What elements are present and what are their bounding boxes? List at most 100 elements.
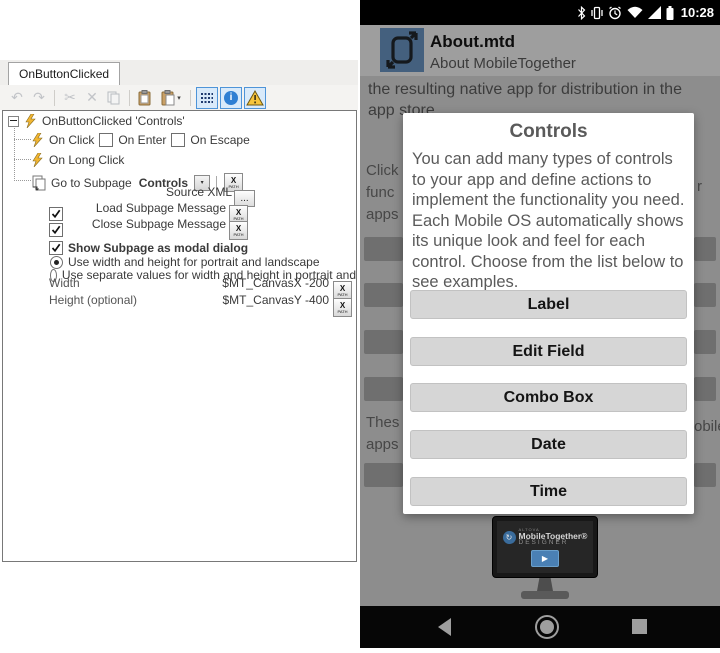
bg-text-fragment: obile <box>694 418 720 435</box>
monitor-base <box>521 591 569 599</box>
xpath-button[interactable]: X PATH <box>229 221 248 240</box>
event-tree-panel: OnButtonClicked 'Controls' On Click On E… <box>2 110 357 562</box>
close-subpage-checkbox[interactable] <box>49 223 63 237</box>
modal-dialog-checkbox[interactable] <box>49 241 63 255</box>
alarm-icon <box>608 6 622 20</box>
paste-special-icon[interactable]: ▾ <box>157 88 185 108</box>
on-escape-checkbox[interactable] <box>171 133 185 147</box>
on-long-click-label: On Long Click <box>49 153 124 167</box>
bg-text-fragment: Thes <box>366 414 399 431</box>
on-enter-checkbox[interactable] <box>99 133 113 147</box>
label-button[interactable]: Label <box>410 290 687 319</box>
bg-button-fragment <box>694 283 716 307</box>
phone-preview: 10:28 About.mtd About MobileTogether the… <box>360 0 720 648</box>
tree-connector <box>14 123 15 181</box>
xpath-button[interactable]: X PATH <box>333 298 352 317</box>
toggle-comments-icon[interactable] <box>196 87 218 109</box>
go-to-subpage-label: Go to Subpage <box>51 176 132 190</box>
tree-connector <box>14 139 31 140</box>
wifi-icon <box>627 6 643 19</box>
on-click-label: On Click <box>49 133 94 147</box>
bg-text-fragment: func <box>366 184 394 201</box>
close-subpage-label: Close Subpage Message <box>92 217 226 231</box>
page-margin <box>360 648 720 653</box>
undo-icon[interactable]: ↶ <box>7 88 27 108</box>
back-icon[interactable] <box>438 618 452 636</box>
bg-button-fragment <box>694 237 716 261</box>
bg-button-fragment <box>364 377 403 401</box>
bg-button-fragment <box>364 283 403 307</box>
load-subpage-checkbox[interactable] <box>49 207 63 221</box>
time-button[interactable]: Time <box>410 477 687 506</box>
toolbar-separator <box>190 90 191 106</box>
lightning-icon <box>31 133 44 147</box>
copy-icon[interactable] <box>104 88 124 108</box>
bluetooth-icon <box>577 6 586 20</box>
check-icon <box>51 225 61 235</box>
xpath-path: PATH <box>233 233 243 237</box>
toolbar: ↶ ↷ ✂ ✕ ▾ i <box>0 85 358 110</box>
dialog-title: Controls <box>403 121 694 143</box>
tab-strip: OnButtonClicked <box>0 60 358 85</box>
monitor-screen: ↻ ALTOVA MobileTogether® DESIGNER ▶ <box>497 521 593 573</box>
cut-icon[interactable]: ✂ <box>60 88 80 108</box>
info-icon: i <box>224 91 238 105</box>
status-time: 10:28 <box>681 5 714 20</box>
combo-box-button[interactable]: Combo Box <box>410 383 687 412</box>
controls-dialog: Controls You can add many types of contr… <box>403 113 694 514</box>
edit-field-button[interactable]: Edit Field <box>410 337 687 366</box>
tree-connector <box>14 180 31 181</box>
tree-row-root[interactable]: OnButtonClicked 'Controls' <box>8 114 185 128</box>
toggle-info-icon[interactable]: i <box>220 87 242 109</box>
check-icon <box>51 209 61 219</box>
app-header: About.mtd About MobileTogether <box>360 25 720 76</box>
play-button: ▶ <box>531 550 559 567</box>
source-xml-label: Source XML <box>166 185 232 199</box>
collapse-icon[interactable] <box>8 116 19 127</box>
event-root-label: OnButtonClicked 'Controls' <box>42 114 185 128</box>
redo-icon[interactable]: ↷ <box>29 88 49 108</box>
bg-button-fragment <box>694 377 716 401</box>
lightning-icon <box>31 153 44 167</box>
bg-button-fragment <box>694 463 716 487</box>
mobiletogether-logo-icon <box>385 31 419 69</box>
width-value[interactable]: $MT_CanvasX -200 <box>222 276 329 290</box>
tree-row-on-click[interactable]: On Click On Enter On Escape <box>31 133 250 147</box>
bg-button-fragment <box>364 330 403 354</box>
recents-icon[interactable] <box>632 619 647 634</box>
subpage-icon <box>31 175 47 191</box>
paste-icon[interactable] <box>135 88 155 108</box>
tab-onbuttonclicked[interactable]: OnButtonClicked <box>8 62 120 85</box>
designer-monitor-image: ↻ ALTOVA MobileTogether® DESIGNER ▶ <box>492 516 598 578</box>
load-subpage-label: Load Subpage Message <box>96 201 226 215</box>
xpath-path: PATH <box>233 217 243 221</box>
app-icon <box>380 28 424 72</box>
date-button[interactable]: Date <box>410 430 687 459</box>
chevron-down-icon: ▾ <box>177 94 181 102</box>
bg-button-fragment <box>694 330 716 354</box>
delete-icon[interactable]: ✕ <box>82 88 102 108</box>
home-icon[interactable] <box>534 614 560 640</box>
height-label: Height (optional) <box>49 293 137 307</box>
battery-icon <box>666 6 674 20</box>
on-escape-label: On Escape <box>190 133 249 147</box>
signal-icon <box>648 6 661 19</box>
app-subtitle: About MobileTogether <box>430 55 576 72</box>
monitor-stand <box>537 578 553 591</box>
tree-row-on-long-click[interactable]: On Long Click <box>31 153 124 167</box>
modal-dialog-label: Show Subpage as modal dialog <box>68 241 248 255</box>
vibrate-icon <box>591 6 603 20</box>
bg-button-fragment <box>364 237 403 261</box>
bg-text-fragment: apps <box>366 436 399 453</box>
mobiletogether-logo-icon: ↻ <box>503 531 516 544</box>
app-title: About.mtd <box>430 32 515 52</box>
radio-same-values[interactable] <box>50 256 63 269</box>
status-bar: 10:28 <box>360 0 720 25</box>
bg-text-fragment: Click <box>366 162 399 179</box>
toggle-warning-icon[interactable] <box>244 87 266 109</box>
xpath-path: PATH <box>337 310 347 314</box>
check-icon <box>51 243 61 253</box>
height-value[interactable]: $MT_CanvasY -400 <box>223 293 330 307</box>
xpath-path: PATH <box>337 293 347 297</box>
dialog-body-text: You can add many types of controls to yo… <box>412 149 685 293</box>
